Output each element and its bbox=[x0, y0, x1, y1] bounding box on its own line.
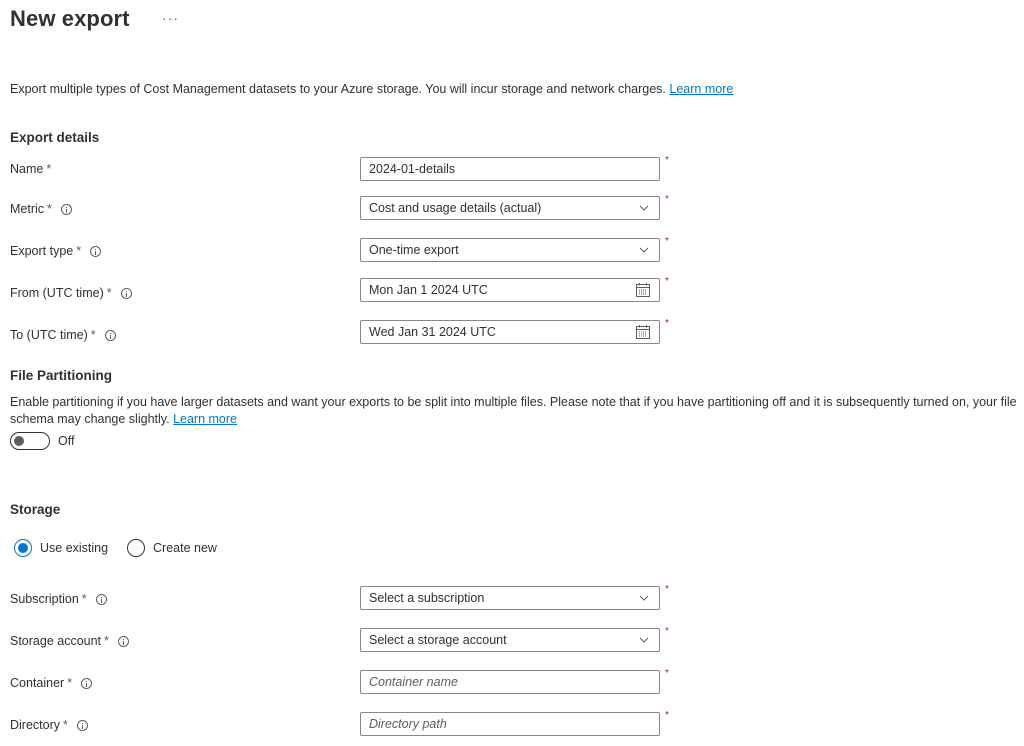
page-title: New export bbox=[10, 6, 130, 31]
directory-input[interactable] bbox=[360, 712, 660, 736]
directory-label: Directory * bbox=[10, 718, 88, 732]
radio-checked-icon[interactable] bbox=[14, 539, 32, 557]
to-date-label: To (UTC time) * bbox=[10, 328, 116, 342]
to-date-value: Wed Jan 31 2024 UTC bbox=[369, 325, 496, 339]
metric-selected-value: Cost and usage details (actual) bbox=[369, 201, 542, 215]
metric-label: Metric * bbox=[10, 202, 72, 216]
required-marker: * bbox=[665, 668, 669, 679]
radio-use-existing[interactable]: Use existing bbox=[14, 539, 108, 557]
to-date-picker[interactable]: Wed Jan 31 2024 UTC bbox=[360, 320, 660, 344]
required-marker: * bbox=[665, 584, 669, 595]
container-input-field[interactable] bbox=[369, 675, 651, 689]
chevron-down-icon bbox=[639, 247, 649, 253]
directory-input-field[interactable] bbox=[369, 717, 651, 731]
from-date-label: From (UTC time) * bbox=[10, 286, 132, 300]
info-icon[interactable] bbox=[90, 245, 102, 257]
calendar-icon[interactable] bbox=[635, 282, 651, 298]
subscription-placeholder: Select a subscription bbox=[369, 591, 485, 605]
learn-more-link[interactable]: Learn more bbox=[669, 82, 733, 96]
partitioning-toggle[interactable] bbox=[10, 432, 50, 450]
export-type-selected-value: One-time export bbox=[369, 243, 459, 257]
container-label: Container * bbox=[10, 676, 93, 690]
page-description: Export multiple types of Cost Management… bbox=[10, 82, 733, 96]
required-marker: * bbox=[665, 276, 669, 287]
info-icon[interactable] bbox=[76, 719, 88, 731]
chevron-down-icon bbox=[639, 637, 649, 643]
description-text: Export multiple types of Cost Management… bbox=[10, 82, 666, 96]
more-options-button[interactable]: ··· bbox=[162, 10, 179, 26]
export-type-dropdown[interactable]: One-time export bbox=[360, 238, 660, 262]
info-icon[interactable] bbox=[60, 203, 72, 215]
storage-heading: Storage bbox=[10, 502, 61, 517]
file-partitioning-description: Enable partitioning if you have larger d… bbox=[10, 395, 1017, 426]
required-marker: * bbox=[665, 626, 669, 637]
file-partitioning-heading: File Partitioning bbox=[10, 368, 113, 383]
name-label: Name * bbox=[10, 162, 52, 176]
info-icon[interactable] bbox=[120, 287, 132, 299]
subscription-dropdown[interactable]: Select a subscription bbox=[360, 586, 660, 610]
toggle-knob bbox=[14, 436, 24, 446]
export-details-heading: Export details bbox=[10, 130, 100, 145]
storage-account-dropdown[interactable]: Select a storage account bbox=[360, 628, 660, 652]
radio-create-new[interactable]: Create new bbox=[127, 539, 217, 557]
name-input-field[interactable] bbox=[369, 162, 651, 176]
storage-account-label: Storage account * bbox=[10, 634, 129, 648]
chevron-down-icon bbox=[639, 205, 649, 211]
radio-unchecked-icon[interactable] bbox=[127, 539, 145, 557]
info-icon[interactable] bbox=[104, 329, 116, 341]
required-marker: * bbox=[665, 710, 669, 721]
required-marker: * bbox=[665, 236, 669, 247]
partitioning-toggle-state: Off bbox=[58, 434, 75, 448]
partitioning-learn-more-link[interactable]: Learn more bbox=[173, 412, 237, 426]
from-date-value: Mon Jan 1 2024 UTC bbox=[369, 283, 488, 297]
metric-dropdown[interactable]: Cost and usage details (actual) bbox=[360, 196, 660, 220]
required-marker: * bbox=[665, 194, 669, 205]
info-icon[interactable] bbox=[81, 677, 93, 689]
storage-account-placeholder: Select a storage account bbox=[369, 633, 507, 647]
required-marker: * bbox=[665, 155, 669, 166]
subscription-label: Subscription * bbox=[10, 592, 107, 606]
info-icon[interactable] bbox=[117, 635, 129, 647]
chevron-down-icon bbox=[639, 595, 649, 601]
name-input[interactable] bbox=[360, 157, 660, 181]
container-input[interactable] bbox=[360, 670, 660, 694]
info-icon[interactable] bbox=[95, 593, 107, 605]
required-marker: * bbox=[665, 318, 669, 329]
calendar-icon[interactable] bbox=[635, 324, 651, 340]
export-type-label: Export type * bbox=[10, 244, 102, 258]
from-date-picker[interactable]: Mon Jan 1 2024 UTC bbox=[360, 278, 660, 302]
